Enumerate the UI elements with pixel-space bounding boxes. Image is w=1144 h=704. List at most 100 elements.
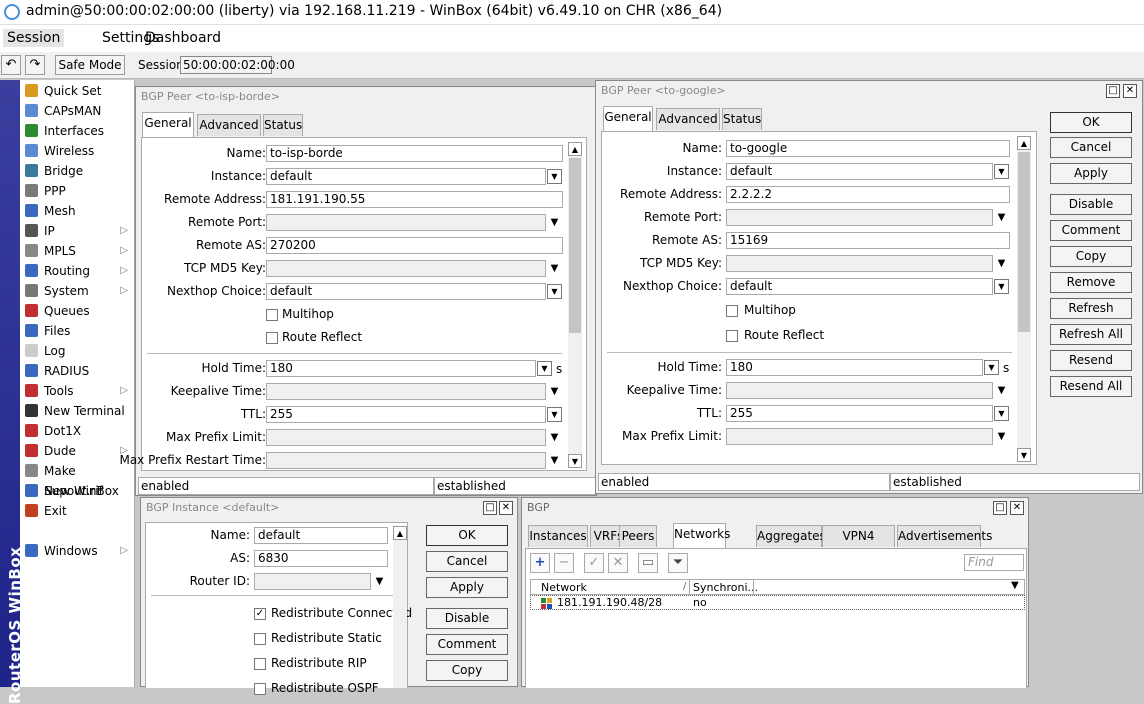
close-icon[interactable]: ✕ bbox=[499, 501, 513, 515]
chevron-down-icon[interactable]: ▼ bbox=[994, 279, 1009, 294]
chevron-down-icon[interactable]: ▼ bbox=[547, 169, 562, 184]
peer1-route-reflect-checkbox[interactable] bbox=[266, 332, 278, 344]
bgp-tab-networks[interactable]: Networks bbox=[673, 523, 730, 548]
maximize-icon[interactable]: □ bbox=[1106, 84, 1120, 98]
peer1-name-input[interactable]: to-isp-borde bbox=[266, 145, 563, 162]
peer2-keepalive-input[interactable] bbox=[726, 382, 993, 399]
chevron-down-icon[interactable]: ▼ bbox=[994, 383, 1009, 398]
peer1-multihop-checkbox[interactable] bbox=[266, 309, 278, 321]
peer2-resend-button[interactable]: Resend bbox=[1050, 350, 1132, 371]
disable-x-icon[interactable]: ✕ bbox=[608, 553, 628, 573]
peer1-nexthop-select[interactable]: default bbox=[266, 283, 546, 300]
peer2-multihop-checkbox[interactable] bbox=[726, 305, 738, 317]
column-network[interactable]: Network bbox=[541, 581, 587, 594]
chevron-down-icon[interactable]: ▼ bbox=[547, 430, 562, 445]
scroll-up-icon[interactable]: ▲ bbox=[568, 142, 582, 156]
sidebar-item-new-winbox[interactable]: New WinBox bbox=[20, 481, 135, 501]
remove-icon[interactable]: − bbox=[554, 553, 574, 573]
peer2-max-prefix-input[interactable] bbox=[726, 428, 993, 445]
sidebar-item-mesh[interactable]: Mesh bbox=[20, 201, 135, 221]
redo-icon[interactable]: ↷ bbox=[25, 55, 45, 75]
instance-apply-button[interactable]: Apply bbox=[426, 577, 508, 598]
peer2-apply-button[interactable]: Apply bbox=[1050, 163, 1132, 184]
peer1-remote-address-input[interactable]: 181.191.190.55 bbox=[266, 191, 563, 208]
peer2-disable-button[interactable]: Disable bbox=[1050, 194, 1132, 215]
instance-name-input[interactable]: default bbox=[254, 527, 388, 544]
sidebar-item-make-supout-rif[interactable]: Make Supout.rif bbox=[20, 461, 135, 498]
table-row[interactable]: 181.191.190.48/28 no bbox=[530, 595, 1025, 610]
instance-cancel-button[interactable]: Cancel bbox=[426, 551, 508, 572]
bgp-tab-advertisements[interactable]: Advertisements bbox=[897, 525, 992, 547]
scroll-down-icon[interactable]: ▼ bbox=[568, 454, 582, 468]
maximize-icon[interactable]: □ bbox=[993, 501, 1007, 515]
chevron-down-icon[interactable]: ▼ bbox=[994, 164, 1009, 179]
peer1-scrollbar[interactable]: ▲ ▼ bbox=[568, 142, 582, 468]
chevron-down-icon[interactable]: ▼ bbox=[372, 574, 387, 589]
sidebar-item-new-terminal[interactable]: New Terminal bbox=[20, 401, 135, 421]
add-icon[interactable]: + bbox=[530, 553, 550, 573]
bgp-tab-peers[interactable]: Peers bbox=[619, 525, 657, 547]
sidebar-item-interfaces[interactable]: Interfaces bbox=[20, 121, 135, 141]
peer1-tab-general[interactable]: General bbox=[142, 112, 194, 137]
chevron-down-icon[interactable]: ▼ bbox=[547, 453, 562, 468]
scroll-up-icon[interactable]: ▲ bbox=[393, 526, 407, 540]
peer2-copy-button[interactable]: Copy bbox=[1050, 246, 1132, 267]
maximize-icon[interactable]: □ bbox=[483, 501, 497, 515]
instance-copy-button[interactable]: Copy bbox=[426, 660, 508, 681]
peer1-tcp-md5-input[interactable] bbox=[266, 260, 546, 277]
chevron-down-icon[interactable]: ▼ bbox=[994, 406, 1009, 421]
peer2-tab-advanced[interactable]: Advanced bbox=[656, 108, 720, 130]
sidebar-item-dot1x[interactable]: Dot1X bbox=[20, 421, 135, 441]
instance-disable-button[interactable]: Disable bbox=[426, 608, 508, 629]
scroll-thumb[interactable] bbox=[569, 158, 581, 333]
peer1-instance-select[interactable]: default bbox=[266, 168, 546, 185]
close-icon[interactable]: ✕ bbox=[1123, 84, 1137, 98]
peer2-remote-as-input[interactable]: 15169 bbox=[726, 232, 1010, 249]
instance-scrollbar[interactable]: ▲ bbox=[393, 526, 407, 688]
scroll-up-icon[interactable]: ▲ bbox=[1017, 136, 1031, 150]
peer1-remote-as-input[interactable]: 270200 bbox=[266, 237, 563, 254]
column-chooser-icon[interactable]: ▼ bbox=[1011, 580, 1019, 591]
scroll-thumb[interactable] bbox=[1018, 152, 1030, 332]
undo-icon[interactable]: ↶ bbox=[1, 55, 21, 75]
chevron-down-icon[interactable]: ▼ bbox=[994, 256, 1009, 271]
peer2-instance-select[interactable]: default bbox=[726, 163, 993, 180]
peer2-hold-time-input[interactable]: 180 bbox=[726, 359, 983, 376]
scroll-down-icon[interactable]: ▼ bbox=[1017, 448, 1031, 462]
sidebar-item-log[interactable]: Log bbox=[20, 341, 135, 361]
enable-check-icon[interactable]: ✓ bbox=[584, 553, 604, 573]
peer2-ttl-input[interactable]: 255 bbox=[726, 405, 993, 422]
bgp-tab-vpn4-routes[interactable]: VPN4 Routes bbox=[822, 525, 895, 563]
peer2-refresh-all-button[interactable]: Refresh All bbox=[1050, 324, 1132, 345]
sidebar-item-dude[interactable]: Dude ▷ bbox=[20, 441, 135, 461]
sidebar-item-tools[interactable]: Tools ▷ bbox=[20, 381, 135, 401]
peer2-remote-port-input[interactable] bbox=[726, 209, 993, 226]
peer2-refresh-button[interactable]: Refresh bbox=[1050, 298, 1132, 319]
chevron-down-icon[interactable]: ▼ bbox=[994, 210, 1009, 225]
peer1-remote-port-input[interactable] bbox=[266, 214, 546, 231]
peer1-hold-time-input[interactable]: 180 bbox=[266, 360, 536, 377]
chevron-down-icon[interactable]: ▼ bbox=[547, 261, 562, 276]
peer2-cancel-button[interactable]: Cancel bbox=[1050, 137, 1132, 158]
peer1-ttl-input[interactable]: 255 bbox=[266, 406, 546, 423]
filter-icon[interactable]: ⏷ bbox=[668, 553, 688, 573]
instance-router-id-input[interactable] bbox=[254, 573, 371, 590]
redistribute-checkbox-2[interactable] bbox=[254, 658, 266, 670]
sidebar-item-capsman[interactable]: CAPsMAN bbox=[20, 101, 135, 121]
menu-dashboard[interactable]: Dashboard bbox=[141, 29, 225, 47]
chevron-down-icon[interactable]: ▼ bbox=[547, 215, 562, 230]
sidebar-item-ppp[interactable]: PPP bbox=[20, 181, 135, 201]
peer2-remote-address-input[interactable]: 2.2.2.2 bbox=[726, 186, 1010, 203]
sidebar-item-radius[interactable]: RADIUS bbox=[20, 361, 135, 381]
peer1-tab-status[interactable]: Status bbox=[263, 114, 303, 136]
close-icon[interactable]: ✕ bbox=[1010, 501, 1024, 515]
bgp-tab-instances[interactable]: Instances bbox=[528, 525, 588, 547]
peer1-max-prefix-restart-input[interactable] bbox=[266, 452, 546, 469]
peer2-resend-all-button[interactable]: Resend All bbox=[1050, 376, 1132, 397]
sidebar-item-system[interactable]: System ▷ bbox=[20, 281, 135, 301]
peer2-ok-button[interactable]: OK bbox=[1050, 112, 1132, 133]
sidebar-item-windows[interactable]: Windows ▷ bbox=[20, 541, 135, 561]
sidebar-item-ip[interactable]: IP ▷ bbox=[20, 221, 135, 241]
bgp-tab-aggregates[interactable]: Aggregates bbox=[756, 525, 826, 547]
instance-as-input[interactable]: 6830 bbox=[254, 550, 388, 567]
